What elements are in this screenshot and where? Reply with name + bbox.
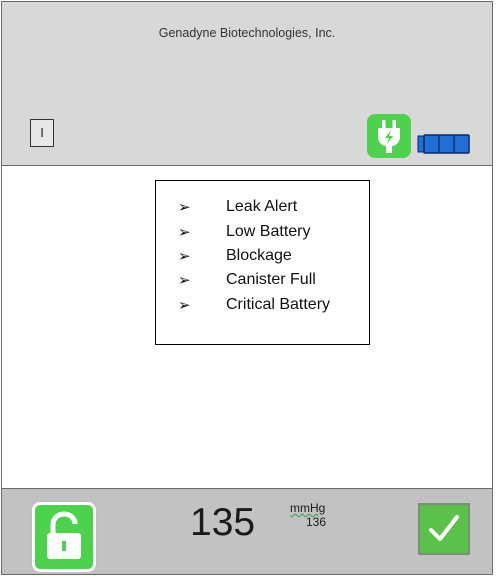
- alert-label: Low Battery: [226, 222, 311, 240]
- device-screen: Genadyne Biotechnologies, Inc. I ➢ Leak …: [1, 1, 493, 575]
- pressure-value: 135: [190, 501, 256, 544]
- alert-label: Blockage: [226, 246, 292, 264]
- company-name: Genadyne Biotechnologies, Inc.: [158, 26, 336, 40]
- unlock-button[interactable]: [32, 502, 96, 572]
- arrow-bullet-icon: ➢: [178, 199, 191, 217]
- header-bar: Genadyne Biotechnologies, Inc. I: [2, 2, 492, 166]
- unlock-icon: [47, 511, 81, 559]
- mode-button[interactable]: I: [30, 119, 54, 147]
- alert-list-box: ➢ Leak Alert ➢ Low Battery ➢ Blockage ➢ Cani…: [155, 180, 370, 345]
- checkmark-icon: [429, 515, 459, 541]
- pressure-unit: mmHg: [290, 501, 326, 515]
- alert-label: Critical Battery: [226, 295, 331, 313]
- confirm-button[interactable]: [418, 503, 470, 555]
- arrow-bullet-icon: ➢: [178, 296, 191, 314]
- arrow-bullet-icon: ➢: [178, 223, 191, 241]
- pressure-secondary: 136: [306, 515, 327, 529]
- list-item: ➢ Critical Battery: [178, 293, 369, 317]
- battery-icon: [417, 134, 471, 154]
- plug-icon: [367, 114, 411, 158]
- alert-list: ➢ Leak Alert ➢ Low Battery ➢ Blockage ➢ Cani…: [156, 181, 369, 317]
- list-item: ➢ Blockage: [178, 244, 369, 268]
- list-item: ➢ Canister Full: [178, 268, 369, 292]
- list-item: ➢ Low Battery: [178, 219, 369, 243]
- arrow-bullet-icon: ➢: [178, 247, 191, 265]
- alert-label: Canister Full: [226, 271, 316, 289]
- list-item: ➢ Leak Alert: [178, 195, 369, 219]
- arrow-bullet-icon: ➢: [178, 272, 191, 290]
- footer-bar: 135 mmHg 136: [2, 488, 492, 574]
- alert-label: Leak Alert: [226, 198, 298, 216]
